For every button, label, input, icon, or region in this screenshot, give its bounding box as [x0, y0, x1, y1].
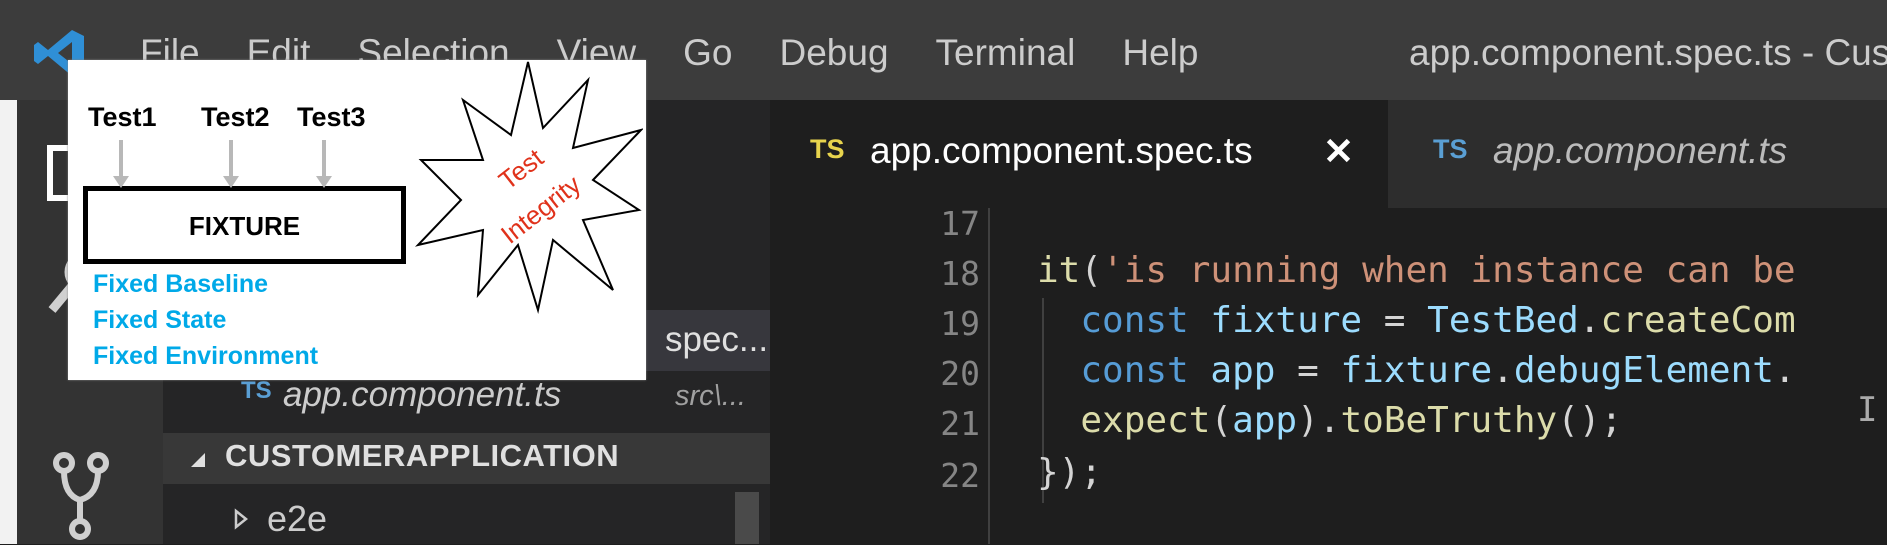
- open-editor-app-component-path: src\...: [675, 380, 746, 412]
- menu-help[interactable]: Help: [1122, 28, 1198, 78]
- fixed-item: Fixed Environment: [93, 342, 319, 370]
- ts-file-icon: TS: [1433, 134, 1468, 164]
- code-line: const fixture = TestBed.createCom: [1037, 300, 1796, 341]
- code-token: (: [1210, 400, 1233, 441]
- arrow-down-icon: [322, 140, 326, 180]
- open-editor-app-component[interactable]: TS app.component.ts src\...: [163, 371, 770, 432]
- code-token: createCom: [1600, 300, 1796, 341]
- code-token: .: [1773, 350, 1796, 391]
- tree-item-e2e[interactable]: e2e: [163, 498, 770, 544]
- code-token: =: [1275, 350, 1341, 391]
- fixture-diagram-overlay: FIXTURE Test Integrity Test1 Test2 Test3 Fi…: [68, 60, 646, 380]
- arrow-down-icon: [229, 140, 233, 180]
- code-token: 'is running when instance can be: [1102, 250, 1796, 291]
- ts-file-icon: TS: [241, 377, 272, 404]
- test-label: Test1: [88, 102, 157, 132]
- line-number: 17: [940, 208, 980, 243]
- editor-tabs: TS app.component.spec.ts ✕ TS app.compon…: [770, 100, 1887, 208]
- window-title: app.component.spec.ts - Cus: [1409, 32, 1887, 73]
- code-token: TestBed: [1427, 300, 1579, 341]
- starburst-shape: [414, 61, 645, 314]
- code-token: const: [1037, 300, 1211, 341]
- chevron-right-icon: [234, 508, 249, 530]
- fixture-box: FIXTURE: [83, 186, 406, 264]
- code-token: const: [1037, 350, 1211, 391]
- line-number: 21: [940, 404, 980, 443]
- code-line: it('is running when instance can be: [1037, 250, 1796, 291]
- code-token: toBeTruthy: [1340, 400, 1558, 441]
- open-editor-spec-label: spec....: [665, 320, 778, 359]
- arrowhead-icon: [316, 176, 332, 188]
- ts-file-icon: TS: [810, 134, 845, 164]
- code-token: debugElement: [1513, 350, 1774, 391]
- section-title: CUSTOMERAPPLICATION: [225, 438, 620, 473]
- arrowhead-icon: [113, 176, 129, 188]
- line-number: 20: [940, 354, 980, 393]
- test-integrity-burst: Test Integrity: [413, 60, 645, 320]
- code-token: .: [1492, 350, 1514, 391]
- open-editor-app-component-label: app.component.ts: [283, 375, 562, 414]
- menu-go[interactable]: Go: [683, 28, 732, 78]
- code-token: (: [1080, 250, 1103, 291]
- tab-label: app.component.ts: [1493, 130, 1788, 171]
- tab-app-component[interactable]: TS app.component.ts: [1388, 100, 1887, 208]
- tab-app-component-spec[interactable]: TS app.component.spec.ts ✕: [770, 100, 1388, 208]
- tree-item-label: e2e: [267, 498, 328, 539]
- code-token: .: [1578, 300, 1601, 341]
- code-token: app: [1232, 400, 1298, 441]
- close-icon[interactable]: ✕: [1323, 130, 1354, 173]
- code-editor[interactable]: I 17 18 it('is running when instance can b…: [770, 208, 1887, 544]
- line-number: 19: [940, 304, 980, 343]
- sidebar-scrollbar[interactable]: [735, 492, 759, 544]
- code-token: ();: [1557, 400, 1623, 441]
- section-customerapplication[interactable]: CUSTOMERAPPLICATION: [163, 433, 770, 484]
- menu-terminal[interactable]: Terminal: [936, 28, 1076, 78]
- code-token: fixture: [1210, 300, 1363, 341]
- fixture-label: FIXTURE: [188, 211, 301, 241]
- line-number: 22: [940, 456, 980, 495]
- tab-label: app.component.spec.ts: [870, 130, 1253, 171]
- code-token: app: [1210, 350, 1276, 391]
- fixed-item: Fixed Baseline: [93, 270, 269, 298]
- source-control-icon[interactable]: [52, 445, 112, 545]
- indent-guide: [988, 208, 990, 544]
- line-number: 18: [940, 254, 980, 293]
- arrowhead-icon: [223, 176, 239, 188]
- test-label: Test3: [297, 102, 366, 132]
- code-token: it: [1037, 250, 1081, 291]
- fixed-item: Fixed State: [93, 306, 227, 334]
- code-token: =: [1362, 300, 1428, 341]
- code-token: fixture: [1340, 350, 1493, 391]
- arrow-down-icon: [119, 140, 123, 180]
- code-token: });: [1037, 452, 1103, 493]
- code-line: const app = fixture.debugElement.: [1037, 350, 1796, 391]
- code-line: expect(app).toBeTruthy();: [1037, 400, 1622, 441]
- code-line: });: [1037, 452, 1102, 493]
- code-token: ).: [1297, 400, 1341, 441]
- text-cursor-icon: I: [1857, 390, 1878, 430]
- chevron-down-icon: [191, 453, 205, 467]
- test-label: Test2: [201, 102, 270, 132]
- menu-debug[interactable]: Debug: [780, 28, 889, 78]
- code-token: expect: [1037, 400, 1211, 441]
